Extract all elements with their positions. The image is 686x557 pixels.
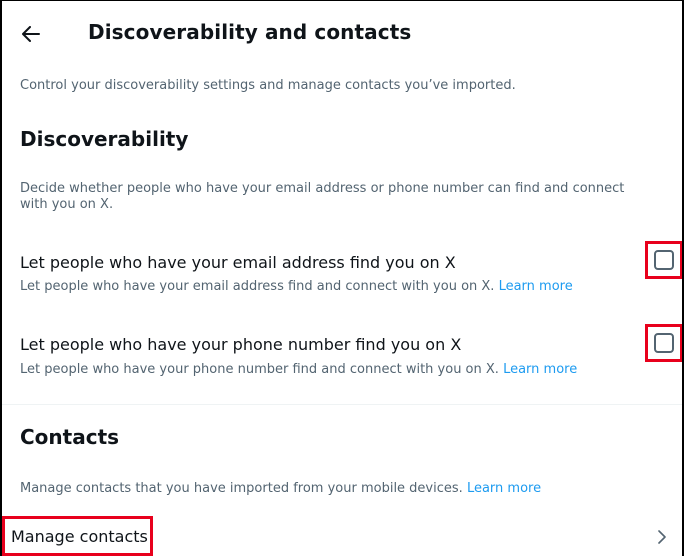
phone-setting-title: Let people who have your phone number fi…: [20, 335, 462, 354]
email-setting-title: Let people who have your email address f…: [20, 253, 456, 272]
email-checkbox-highlight: [645, 241, 682, 279]
contacts-heading: Contacts: [20, 425, 120, 449]
header: Discoverability and contacts: [2, 1, 682, 61]
settings-panel: Discoverability and contacts Control you…: [0, 0, 684, 556]
discoverability-description: Decide whether people who have your emai…: [20, 181, 624, 213]
phone-learn-more-link[interactable]: Learn more: [503, 362, 577, 377]
discoverability-description-line1: Decide whether people who have your emai…: [20, 181, 625, 196]
manage-contacts-label: Manage contacts: [11, 527, 148, 546]
contacts-learn-more-link[interactable]: Learn more: [467, 481, 541, 496]
discoverability-description-line2: with you on X.: [20, 197, 114, 212]
section-divider: [2, 404, 682, 405]
phone-setting-subtitle: Let people who have your phone number fi…: [20, 362, 577, 377]
arrow-left-icon: [22, 26, 40, 42]
page-title: Discoverability and contacts: [88, 20, 412, 44]
manage-contacts-row[interactable]: Manage contacts: [2, 516, 682, 556]
back-button[interactable]: [18, 21, 44, 47]
email-setting-subtitle: Let people who have your email address f…: [20, 279, 573, 294]
email-discoverability-checkbox[interactable]: [654, 250, 674, 270]
phone-discoverability-checkbox[interactable]: [654, 333, 674, 353]
discoverability-heading: Discoverability: [20, 127, 189, 151]
email-setting-subtitle-text: Let people who have your email address f…: [20, 279, 495, 294]
contacts-description-text: Manage contacts that you have imported f…: [20, 481, 463, 496]
page-subtitle: Control your discoverability settings an…: [20, 78, 516, 93]
chevron-right-icon: [658, 530, 666, 544]
contacts-description: Manage contacts that you have imported f…: [20, 481, 541, 496]
email-learn-more-link[interactable]: Learn more: [499, 279, 573, 294]
phone-checkbox-highlight: [645, 324, 682, 362]
phone-setting-subtitle-text: Let people who have your phone number fi…: [20, 362, 499, 377]
